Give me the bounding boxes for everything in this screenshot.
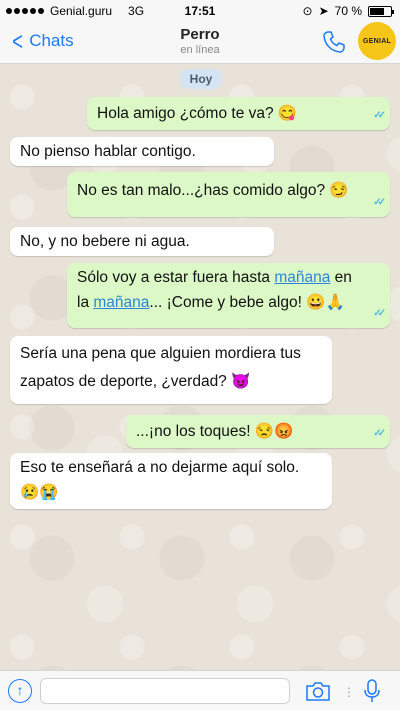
read-receipt-icon: ✓✓ [373,428,386,439]
message-outgoing[interactable]: No es tan malo...¿has comido algo? 😏 ✓✓ [67,172,390,217]
message-text: Sólo voy a estar fuera hasta [77,269,275,286]
date-link[interactable]: mañana [274,269,330,286]
composer-bar: ↑ ⋮ [0,670,400,710]
message-list[interactable]: Hoy Hola amigo ¿cómo te va? 😋 ✓✓ No pien… [0,64,400,670]
message-text: Hola amigo ¿cómo te va? 😋 [97,105,298,122]
message-text: Sería una pena que alguien mordiera tus [20,345,301,362]
message-incoming[interactable]: Sería una pena que alguien mordiera tus … [10,336,332,404]
message-line: Sólo voy a estar fuera hasta mañana en [77,265,380,290]
battery-icon [368,5,394,17]
message-outgoing[interactable]: Sólo voy a estar fuera hasta mañana en l… [67,263,390,328]
microphone-icon[interactable] [362,678,382,704]
read-receipt-icon: ✓✓ [373,110,386,121]
more-dots-icon: ⋮ [343,685,355,699]
message-incoming[interactable]: Eso te enseñará a no dejarme aquí solo. … [10,453,332,509]
status-icons: ⊙ ➤ 70 % [302,4,394,18]
message-text: zapatos de deporte, ¿verdad? 😈 [20,373,251,390]
battery-fill [370,7,384,15]
message-incoming[interactable]: No, y no bebere ni agua. [10,227,274,256]
message-line: la mañana... ¡Come y bebe algo! 😀🙏 [77,290,380,315]
share-upload-icon[interactable]: ↑ [8,679,32,703]
message-text: en [330,269,352,286]
message-text: No es tan malo...¿has comido algo? 😏 [77,182,349,199]
location-icon: ➤ [318,4,329,18]
chat-header: < Chats Perro en línea GENIAL [0,22,400,64]
message-text: 😢😭 [20,484,59,501]
camera-icon[interactable] [305,680,331,702]
lock-rotation-icon: ⊙ [302,4,313,18]
message-text: ...¡no los toques! 😒😡 [136,423,294,440]
message-outgoing[interactable]: Hola amigo ¿cómo te va? 😋 ✓✓ [87,97,390,130]
status-bar: Genial.guru 3G 17:51 ⊙ ➤ 70 % [0,0,400,22]
date-divider: Hoy [180,69,222,89]
read-receipt-icon: ✓✓ [373,197,386,208]
date-link[interactable]: mañana [93,294,149,311]
message-text: Eso te enseñará a no dejarme aquí solo. [20,459,300,476]
battery-percent: 70 % [334,4,362,18]
message-text: la [77,294,94,311]
brand-logo: GENIAL [358,22,396,60]
message-text: No pienso hablar contigo. [20,143,196,160]
message-input[interactable] [40,678,290,704]
message-incoming[interactable]: No pienso hablar contigo. [10,137,274,166]
phone-call-icon[interactable] [322,30,346,54]
read-receipt-icon: ✓✓ [373,308,386,319]
message-text: ... ¡Come y bebe algo! 😀🙏 [149,294,345,311]
message-text: No, y no bebere ni agua. [20,233,190,250]
message-outgoing[interactable]: ...¡no los toques! 😒😡 ✓✓ [126,415,390,448]
